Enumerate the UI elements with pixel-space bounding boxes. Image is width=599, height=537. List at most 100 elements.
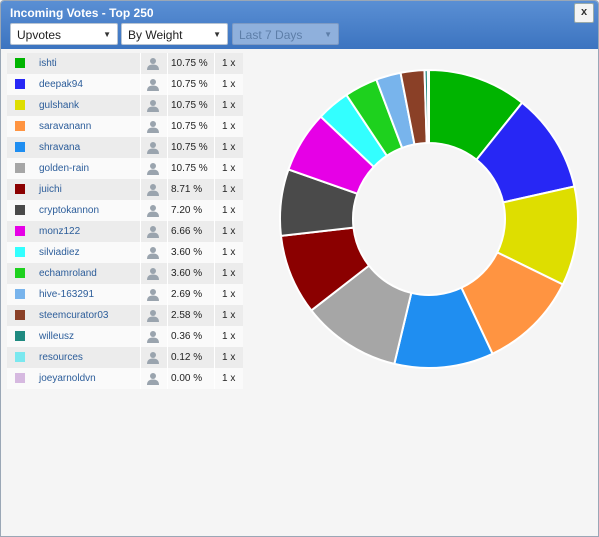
vote-percent: 10.75 % (171, 163, 208, 174)
table-row: silviadiez 3.60 % 1 x (7, 242, 243, 263)
table-row: ishti 10.75 % 1 x (7, 53, 243, 74)
donut-slice-resources[interactable] (426, 68, 430, 145)
vote-percent: 6.66 % (171, 226, 203, 237)
user-icon[interactable] (147, 330, 159, 343)
voter-name-link[interactable]: silviadiez (39, 242, 80, 263)
vote-count: 1 x (222, 289, 236, 300)
user-icon[interactable] (147, 267, 159, 280)
vote-count: 1 x (222, 163, 236, 174)
votes-donut-chart (279, 68, 579, 369)
vote-count: 1 x (222, 79, 236, 90)
voter-name-link[interactable]: joeyarnoldvn (39, 368, 96, 389)
table-row: juichi 8.71 % 1 x (7, 179, 243, 200)
vote-count: 1 x (222, 331, 236, 342)
color-swatch (15, 79, 25, 89)
color-swatch (15, 331, 25, 341)
table-row: saravanann 10.75 % 1 x (7, 116, 243, 137)
vote-percent: 3.60 % (171, 247, 203, 258)
chevron-down-icon: ▼ (213, 30, 221, 39)
user-icon[interactable] (147, 351, 159, 364)
vote-count: 1 x (222, 121, 236, 132)
table-row: cryptokannon 7.20 % 1 x (7, 200, 243, 221)
voter-name-link[interactable]: shravana (39, 137, 80, 158)
vote-percent: 2.58 % (171, 310, 203, 321)
voter-name-link[interactable]: deepak94 (39, 74, 83, 95)
voter-name-link[interactable]: monz122 (39, 221, 80, 242)
table-row: golden-rain 10.75 % 1 x (7, 158, 243, 179)
user-icon[interactable] (147, 57, 159, 70)
voter-name-link[interactable]: echamroland (39, 263, 97, 284)
chevron-down-icon: ▼ (103, 30, 111, 39)
table-row: echamroland 3.60 % 1 x (7, 263, 243, 284)
user-icon[interactable] (147, 372, 159, 385)
color-swatch (15, 205, 25, 215)
vote-percent: 10.75 % (171, 142, 208, 153)
user-icon[interactable] (147, 309, 159, 322)
user-icon[interactable] (147, 141, 159, 154)
period-value: Last 7 Days (239, 28, 303, 42)
voter-name-link[interactable]: willeusz (39, 326, 74, 347)
color-swatch (15, 226, 25, 236)
vote-percent: 7.20 % (171, 205, 203, 216)
vote-percent: 10.75 % (171, 100, 208, 111)
user-icon[interactable] (147, 99, 159, 112)
table-row: deepak94 10.75 % 1 x (7, 74, 243, 95)
window-titlebar[interactable]: Incoming Votes - Top 250 x Upvotes ▼ By … (1, 1, 598, 49)
vote-count: 1 x (222, 58, 236, 69)
vote-percent: 2.69 % (171, 289, 203, 300)
user-icon[interactable] (147, 204, 159, 217)
voter-name-link[interactable]: saravanann (39, 116, 91, 137)
vote-count: 1 x (222, 142, 236, 153)
vote-count: 1 x (222, 268, 236, 279)
table-row: steemcurator03 2.58 % 1 x (7, 305, 243, 326)
close-button[interactable]: x (574, 3, 594, 23)
user-icon[interactable] (147, 246, 159, 259)
sort-by-dropdown[interactable]: By Weight ▼ (121, 23, 228, 45)
user-icon[interactable] (147, 183, 159, 196)
color-swatch (15, 289, 25, 299)
user-icon[interactable] (147, 162, 159, 175)
table-row: shravana 10.75 % 1 x (7, 137, 243, 158)
vote-count: 1 x (222, 184, 236, 195)
voter-name-link[interactable]: resources (39, 347, 83, 368)
user-icon[interactable] (147, 288, 159, 301)
voter-name-link[interactable]: juichi (39, 179, 62, 200)
vote-count: 1 x (222, 352, 236, 363)
color-swatch (15, 247, 25, 257)
user-icon[interactable] (147, 78, 159, 91)
user-icon[interactable] (147, 120, 159, 133)
voter-name-link[interactable]: golden-rain (39, 158, 89, 179)
table-row: hive-163291 2.69 % 1 x (7, 284, 243, 305)
table-row: willeusz 0.36 % 1 x (7, 326, 243, 347)
color-swatch (15, 352, 25, 362)
color-swatch (15, 163, 25, 173)
vote-count: 1 x (222, 247, 236, 258)
voter-name-link[interactable]: cryptokannon (39, 200, 99, 221)
vote-percent: 0.00 % (171, 373, 203, 384)
table-row: joeyarnoldvn 0.00 % 1 x (7, 368, 243, 389)
voter-name-link[interactable]: gulshank (39, 95, 79, 116)
voter-name-link[interactable]: ishti (39, 53, 57, 74)
vote-percent: 0.36 % (171, 331, 203, 342)
voter-name-link[interactable]: steemcurator03 (39, 305, 108, 326)
vote-count: 1 x (222, 100, 236, 111)
color-swatch (15, 268, 25, 278)
vote-percent: 3.60 % (171, 268, 203, 279)
color-swatch (15, 373, 25, 383)
vote-count: 1 x (222, 373, 236, 384)
vote-count: 1 x (222, 310, 236, 321)
color-swatch (15, 58, 25, 68)
table-row: monz122 6.66 % 1 x (7, 221, 243, 242)
table-row: gulshank 10.75 % 1 x (7, 95, 243, 116)
color-swatch (15, 310, 25, 320)
window-title: Incoming Votes - Top 250 (10, 6, 154, 20)
period-dropdown[interactable]: Last 7 Days ▼ (232, 23, 339, 45)
voter-name-link[interactable]: hive-163291 (39, 284, 94, 305)
vote-type-dropdown[interactable]: Upvotes ▼ (10, 23, 118, 45)
vote-percent: 10.75 % (171, 58, 208, 69)
user-icon[interactable] (147, 225, 159, 238)
vote-percent: 0.12 % (171, 352, 203, 363)
color-swatch (15, 121, 25, 131)
incoming-votes-window: Incoming Votes - Top 250 x Upvotes ▼ By … (0, 0, 599, 537)
color-swatch (15, 142, 25, 152)
